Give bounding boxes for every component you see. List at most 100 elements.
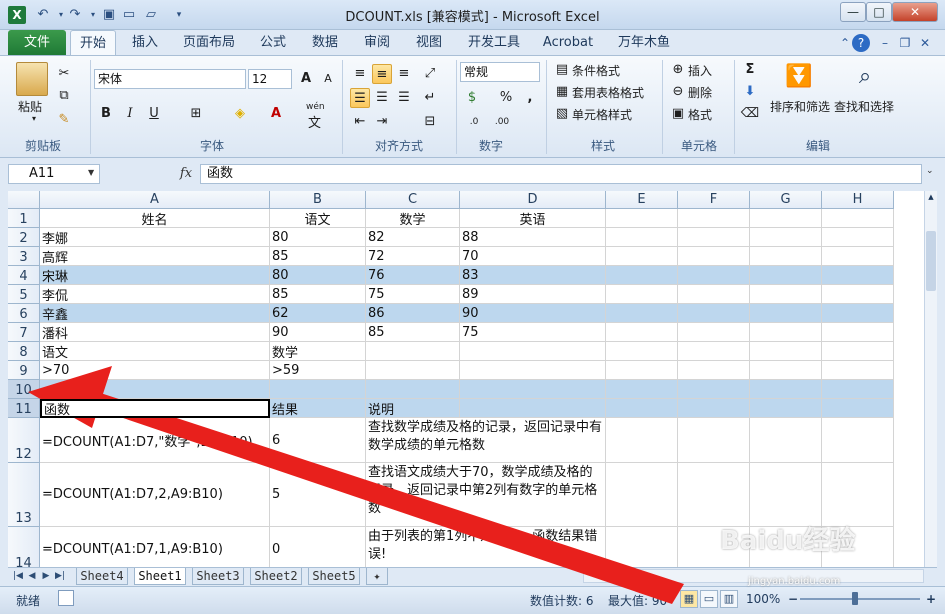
format-cells-icon[interactable]: ▣ bbox=[668, 104, 688, 124]
cell-h9[interactable] bbox=[822, 361, 894, 380]
row-header-4[interactable]: 4 bbox=[8, 266, 40, 285]
font-color-icon[interactable]: A bbox=[266, 104, 286, 124]
cell-b7[interactable]: 90 bbox=[270, 323, 366, 342]
tab-page-layout[interactable]: 页面布局 bbox=[176, 30, 242, 55]
cell-a5[interactable]: 李侃 bbox=[40, 285, 270, 304]
tab-file[interactable]: 文件 bbox=[8, 30, 66, 55]
column-header-f[interactable]: F bbox=[678, 191, 750, 209]
cell-b6[interactable]: 62 bbox=[270, 304, 366, 323]
sort-filter-button[interactable]: 排序和筛选 bbox=[770, 98, 830, 115]
prev-sheet-icon[interactable]: ◀ bbox=[26, 568, 38, 584]
cell-e8[interactable] bbox=[606, 342, 678, 361]
cell-f5[interactable] bbox=[678, 285, 750, 304]
align-left-icon[interactable]: ☰ bbox=[350, 88, 370, 108]
cell-c5[interactable]: 75 bbox=[366, 285, 460, 304]
copy-icon[interactable]: ⧉ bbox=[54, 86, 74, 106]
cell-d8[interactable] bbox=[460, 342, 606, 361]
select-all-button[interactable] bbox=[8, 191, 40, 209]
cell-a8[interactable]: 语文 bbox=[40, 342, 270, 361]
zoom-out-button[interactable]: − bbox=[788, 592, 798, 606]
row-header-5[interactable]: 5 bbox=[8, 285, 40, 304]
align-middle-icon[interactable]: ≡ bbox=[372, 64, 392, 84]
expand-formula-bar-icon[interactable]: ⌄ bbox=[926, 166, 934, 176]
cell-b2[interactable]: 80 bbox=[270, 228, 366, 247]
cell-g8[interactable] bbox=[750, 342, 822, 361]
worksheet-grid[interactable]: ABCDEFGH 1 姓名 语文 数学 英语 2 李娜 80 82 88 3 高辉 85 72 70 4 宋琳 8… bbox=[8, 191, 924, 567]
cell-h11[interactable] bbox=[822, 399, 894, 418]
cell-d9[interactable] bbox=[460, 361, 606, 380]
format-painter-icon[interactable]: ✎ bbox=[54, 110, 74, 130]
format-as-table-icon[interactable]: ▦ bbox=[552, 82, 572, 102]
sort-filter-icon[interactable]: ⏬ bbox=[784, 62, 814, 92]
cell-e4[interactable] bbox=[606, 266, 678, 285]
cell-b1[interactable]: 语文 bbox=[270, 209, 366, 228]
paste-button[interactable]: 粘贴 bbox=[18, 98, 42, 115]
cell-f12[interactable] bbox=[678, 418, 750, 463]
cell-e12[interactable] bbox=[606, 418, 678, 463]
cell-b11[interactable]: 结果 bbox=[270, 399, 366, 418]
cell-g3[interactable] bbox=[750, 247, 822, 266]
scroll-thumb[interactable] bbox=[926, 231, 936, 291]
cell-e2[interactable] bbox=[606, 228, 678, 247]
minimize-button[interactable]: — bbox=[840, 2, 866, 22]
cell-e14[interactable] bbox=[606, 527, 678, 567]
workbook-close-icon[interactable]: ✕ bbox=[916, 34, 934, 52]
cell-a12[interactable]: =DCOUNT(A1:D7,"数学",B9:B10) bbox=[40, 418, 270, 463]
cell-f9[interactable] bbox=[678, 361, 750, 380]
increase-indent-icon[interactable]: ⇥ bbox=[372, 112, 392, 132]
last-sheet-icon[interactable]: ▶| bbox=[54, 568, 66, 584]
cell-h8[interactable] bbox=[822, 342, 894, 361]
cell-h6[interactable] bbox=[822, 304, 894, 323]
phonetic-guide-label[interactable]: wén bbox=[306, 102, 325, 112]
align-center-icon[interactable]: ☰ bbox=[372, 88, 392, 108]
percent-button[interactable]: % bbox=[496, 88, 516, 108]
column-header-e[interactable]: E bbox=[606, 191, 678, 209]
wrap-text-icon[interactable]: ↵ bbox=[420, 88, 440, 108]
sheet-tab-sheet3[interactable]: Sheet3 bbox=[192, 568, 244, 585]
cell-g6[interactable] bbox=[750, 304, 822, 323]
increase-decimal-icon[interactable]: .0 bbox=[464, 112, 484, 132]
shrink-font-icon[interactable]: A bbox=[318, 69, 338, 89]
cell-d5[interactable]: 89 bbox=[460, 285, 606, 304]
comma-button[interactable]: , bbox=[520, 88, 540, 108]
column-header-d[interactable]: D bbox=[460, 191, 606, 209]
italic-button[interactable]: I bbox=[120, 104, 140, 124]
borders-icon[interactable]: ⊞ bbox=[186, 104, 206, 124]
workbook-minimize-icon[interactable]: – bbox=[876, 34, 894, 52]
decrease-decimal-icon[interactable]: .00 bbox=[492, 112, 512, 132]
insert-cells-icon[interactable]: ⊕ bbox=[668, 60, 688, 80]
cell-c10[interactable] bbox=[366, 380, 460, 399]
cell-a13[interactable]: =DCOUNT(A1:D7,2,A9:B10) bbox=[40, 463, 270, 527]
column-header-h[interactable]: H bbox=[822, 191, 894, 209]
cell-e1[interactable] bbox=[606, 209, 678, 228]
cell-e7[interactable] bbox=[606, 323, 678, 342]
cell-e5[interactable] bbox=[606, 285, 678, 304]
zoom-in-button[interactable]: + bbox=[926, 592, 936, 606]
cell-a3[interactable]: 高辉 bbox=[40, 247, 270, 266]
insert-function-button[interactable]: fx bbox=[176, 164, 196, 184]
sheet-tab-sheet1[interactable]: Sheet1 bbox=[134, 568, 186, 585]
next-sheet-icon[interactable]: ▶ bbox=[40, 568, 52, 584]
cell-e6[interactable] bbox=[606, 304, 678, 323]
grow-font-icon[interactable]: A bbox=[296, 69, 316, 89]
cell-f8[interactable] bbox=[678, 342, 750, 361]
format-as-table-button[interactable]: 套用表格格式 bbox=[572, 84, 644, 101]
cell-c1[interactable]: 数学 bbox=[366, 209, 460, 228]
row-header-3[interactable]: 3 bbox=[8, 247, 40, 266]
tab-developer[interactable]: 开发工具 bbox=[460, 30, 528, 55]
cell-c11[interactable]: 说明 bbox=[366, 399, 460, 418]
cell-d10[interactable] bbox=[460, 380, 606, 399]
help-icon[interactable]: ? bbox=[852, 34, 870, 52]
cell-c7[interactable]: 85 bbox=[366, 323, 460, 342]
fill-icon[interactable]: ⬇ bbox=[740, 82, 760, 102]
row-header-9[interactable]: 9 bbox=[8, 361, 40, 380]
cell-d4[interactable]: 83 bbox=[460, 266, 606, 285]
cell-h12[interactable] bbox=[822, 418, 894, 463]
cell-a4[interactable]: 宋琳 bbox=[40, 266, 270, 285]
cell-g7[interactable] bbox=[750, 323, 822, 342]
align-right-icon[interactable]: ☰ bbox=[394, 88, 414, 108]
row-header-2[interactable]: 2 bbox=[8, 228, 40, 247]
row-header-1[interactable]: 1 bbox=[8, 209, 40, 228]
cell-g5[interactable] bbox=[750, 285, 822, 304]
vertical-scrollbar[interactable]: ▲ bbox=[924, 191, 937, 567]
